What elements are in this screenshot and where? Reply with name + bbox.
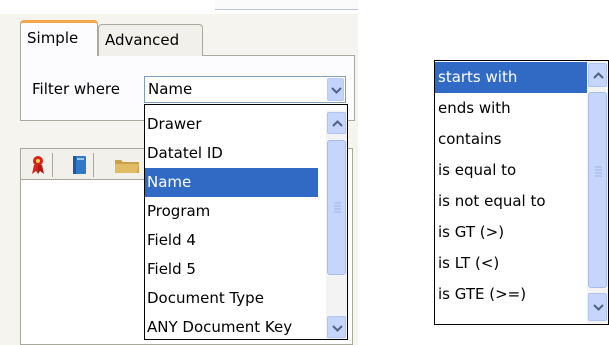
filter-where-label: Filter where (32, 80, 120, 98)
operator-item-ends-with[interactable]: ends with (435, 93, 587, 124)
dropdown-item-field-5[interactable]: Field 5 (145, 255, 318, 284)
dropdown-item-document-type[interactable]: Document Type (145, 284, 318, 313)
folder-icon (115, 160, 139, 173)
dropdown-item-program[interactable]: Program (145, 197, 318, 226)
grip-icon (595, 166, 602, 177)
operator-item-contains[interactable]: contains (435, 124, 587, 155)
field-combobox-value: Name (148, 80, 193, 98)
dropdown-item-drawer[interactable]: Drawer (145, 110, 318, 139)
operator-item-starts-with[interactable]: starts with (435, 62, 587, 93)
operator-item-is-gte[interactable]: is GTE (>=) (435, 279, 587, 310)
tab-advanced[interactable]: Advanced (98, 24, 203, 56)
tab-advanced-label: Advanced (105, 31, 180, 49)
top-strip-segment (215, 0, 358, 10)
chevron-up-icon (332, 120, 343, 127)
tab-simple[interactable]: Simple (20, 20, 98, 56)
scroll-thumb[interactable] (327, 140, 346, 275)
combobox-dropdown-button[interactable] (327, 78, 344, 101)
operator-item-is-gt[interactable]: is GT (>) (435, 217, 587, 248)
scroll-up-button[interactable] (327, 112, 346, 134)
dropdown-item-any-document-key[interactable]: ANY Document Key (145, 313, 318, 342)
dropdown-item-datatel-id[interactable]: Datatel ID (145, 139, 318, 168)
grip-icon (334, 202, 341, 213)
ribbon-button[interactable] (23, 153, 53, 177)
book-icon (73, 156, 86, 174)
ribbon-icon (32, 156, 44, 174)
dropdown-item-name[interactable]: Name (145, 168, 318, 197)
operator-item-is-not-equal-to[interactable]: is not equal to (435, 186, 587, 217)
operator-item-is-lt[interactable]: is LT (<) (435, 248, 587, 279)
chevron-up-icon (593, 72, 604, 79)
operator-scroll-up-button[interactable] (588, 63, 607, 87)
operator-item-is-equal-to[interactable]: is equal to (435, 155, 587, 186)
operator-scroll-down-button[interactable] (588, 293, 607, 321)
chevron-down-icon (332, 325, 343, 332)
book-button[interactable] (64, 153, 94, 177)
chevron-down-icon (593, 304, 604, 311)
scroll-down-button[interactable] (327, 316, 346, 338)
tab-simple-label: Simple (27, 29, 79, 47)
dropdown-item-field-4[interactable]: Field 4 (145, 226, 318, 255)
folder-button[interactable] (105, 153, 145, 177)
chevron-down-icon (331, 87, 342, 94)
operator-scroll-thumb[interactable] (588, 92, 607, 288)
